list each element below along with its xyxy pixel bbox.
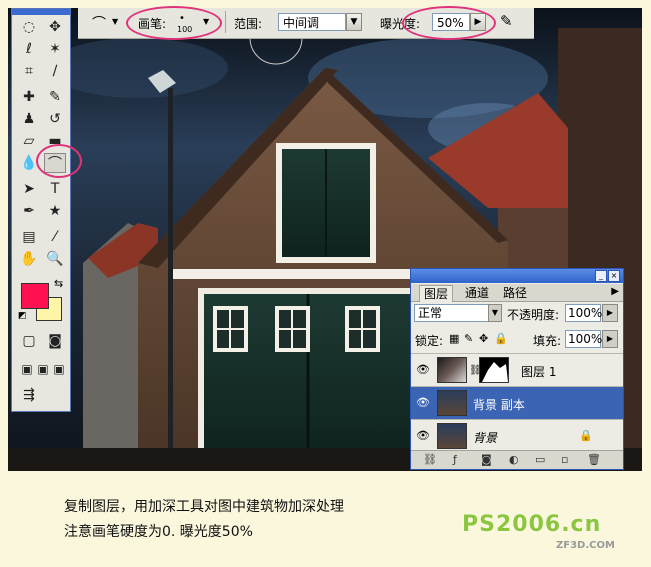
crop-tool-icon[interactable]: ⌗ [18,61,40,81]
lock-pixels-icon[interactable]: ✎ [464,332,473,345]
layer-thumbnail [437,357,467,383]
brush-highlight-ring [126,6,222,40]
dodge-burn-tool-icon[interactable]: ⌒ [92,13,106,33]
fill-field[interactable]: 100% [565,330,602,348]
default-colors-icon[interactable]: ◩ [18,311,27,321]
layer-name: 背景 副本 [473,398,525,412]
add-mask-icon[interactable]: ◙ [481,453,492,466]
visibility-eye-icon[interactable]: 👁 [416,396,430,410]
magic-wand-tool-icon[interactable]: ✶ [44,39,66,59]
tool-preset-chevron-icon[interactable]: ▼ [112,17,118,26]
layer-mask-thumbnail[interactable] [479,357,509,383]
layer-row[interactable]: 👁 ⛓ 图层 1 [411,353,623,387]
sub-watermark: ZF3D.COM [556,540,615,551]
swap-colors-icon[interactable]: ⇆ [54,277,63,290]
layer-name: 背景 [473,431,498,445]
caption-line-2: 注意画笔硬度为0. 曝光度50% [64,524,253,540]
toolbox-titlebar[interactable] [12,9,70,15]
adjustment-layer-icon[interactable]: ◐ [509,453,519,466]
foreground-color-swatch[interactable] [21,283,49,309]
fill-label: 填充: [533,334,562,348]
airbrush-icon[interactable]: ✎ [500,12,513,30]
path-selection-tool-icon[interactable]: ➤ [18,179,40,199]
layer-row-selected[interactable]: 👁 背景 副本 [411,386,623,420]
caption-line-1: 复制图层，用加深工具对图中建筑物加深处理 [64,499,344,515]
delete-layer-icon[interactable]: 🗑 [587,453,601,466]
range-dropdown-button[interactable]: ▼ [346,13,362,31]
healing-brush-tool-icon[interactable]: ✚ [18,87,40,107]
opacity-field[interactable]: 100% [565,304,602,322]
quick-mask-mode-icon[interactable]: ◙ [44,331,66,351]
exposure-highlight-ring [402,6,496,40]
tab-layers[interactable]: 图层 [419,285,454,302]
notes-tool-icon[interactable]: ▤ [18,227,40,247]
layers-panel-titlebar[interactable]: _ × [411,269,623,283]
marquee-tool-icon[interactable]: ◌ [18,17,40,37]
panel-menu-icon[interactable]: ▶ [611,286,619,297]
mask-shape [482,362,508,382]
visibility-eye-icon[interactable]: 👁 [416,429,430,443]
fill-slider-icon[interactable]: ▶ [602,330,618,348]
link-layers-icon[interactable]: ⛓ [423,453,437,466]
pen-tool-icon[interactable]: ✒ [18,201,40,221]
toolbox: ◌ ✥ ℓ ✶ ⌗ ∕ ✚ ✎ ♟ ↺ ▱ ▬ 💧 ⌒ ➤ T ✒ ★ ▤ ⁄ … [11,8,71,412]
lock-transparency-icon[interactable]: ▦ [449,332,459,345]
minimize-icon[interactable]: _ [595,270,607,282]
brush-tool-icon[interactable]: ✎ [44,87,66,107]
blend-mode-dropdown-icon[interactable]: ▼ [488,304,502,322]
layers-panel: _ × 图层 通道 路径 ▶ 正常 ▼ 不透明度: 100% ▶ 锁定: ▦ ✎… [410,268,624,470]
lasso-tool-icon[interactable]: ℓ [18,39,40,59]
lock-position-icon[interactable]: ✥ [479,332,488,345]
range-label: 范围: [234,17,263,31]
layer-thumbnail [437,423,467,449]
close-icon[interactable]: × [608,270,620,282]
layer-lock-icon: 🔒 [579,429,593,442]
layer-row[interactable]: 👁 背景 🔒 [411,419,623,453]
tab-channels[interactable]: 通道 [461,285,493,301]
eyedropper-tool-icon[interactable]: ⁄ [44,227,66,247]
hand-tool-icon[interactable]: ✋ [18,249,40,269]
jump-to-imageready-icon[interactable]: ⇶ [18,385,40,405]
tab-paths[interactable]: 路径 [499,285,531,301]
range-select[interactable]: 中间调 [278,13,346,31]
screen-mode-full-icon[interactable]: ▣ [48,359,70,379]
lock-label: 锁定: [415,334,444,348]
layers-bottom-bar: ⛓ ƒ ◙ ◐ ▭ ▫ 🗑 [411,450,623,469]
move-tool-icon[interactable]: ✥ [44,17,66,37]
separator [225,11,226,33]
eraser-tool-icon[interactable]: ▱ [18,131,40,151]
new-group-icon[interactable]: ▭ [535,453,545,466]
shape-tool-icon[interactable]: ★ [44,201,66,221]
clone-stamp-tool-icon[interactable]: ♟ [18,109,40,129]
new-layer-icon[interactable]: ▫ [561,453,568,466]
type-tool-icon[interactable]: T [44,179,66,199]
standard-mode-icon[interactable]: ▢ [18,331,40,351]
opacity-label: 不透明度: [507,308,560,322]
opacity-slider-icon[interactable]: ▶ [602,304,618,322]
slice-tool-icon[interactable]: ∕ [44,61,66,81]
visibility-eye-icon[interactable]: 👁 [416,363,430,377]
lock-all-icon[interactable]: 🔒 [494,332,508,345]
layer-style-icon[interactable]: ƒ [453,453,457,466]
site-watermark: PS2006.cn [462,512,602,537]
layer-thumbnail [437,390,467,416]
layer-name: 图层 1 [521,365,557,379]
panel-tabs: 图层 通道 路径 ▶ [411,284,623,302]
history-brush-tool-icon[interactable]: ↺ [44,109,66,129]
burn-tool-highlight-ring [36,144,82,178]
zoom-tool-icon[interactable]: 🔍 [44,249,66,269]
